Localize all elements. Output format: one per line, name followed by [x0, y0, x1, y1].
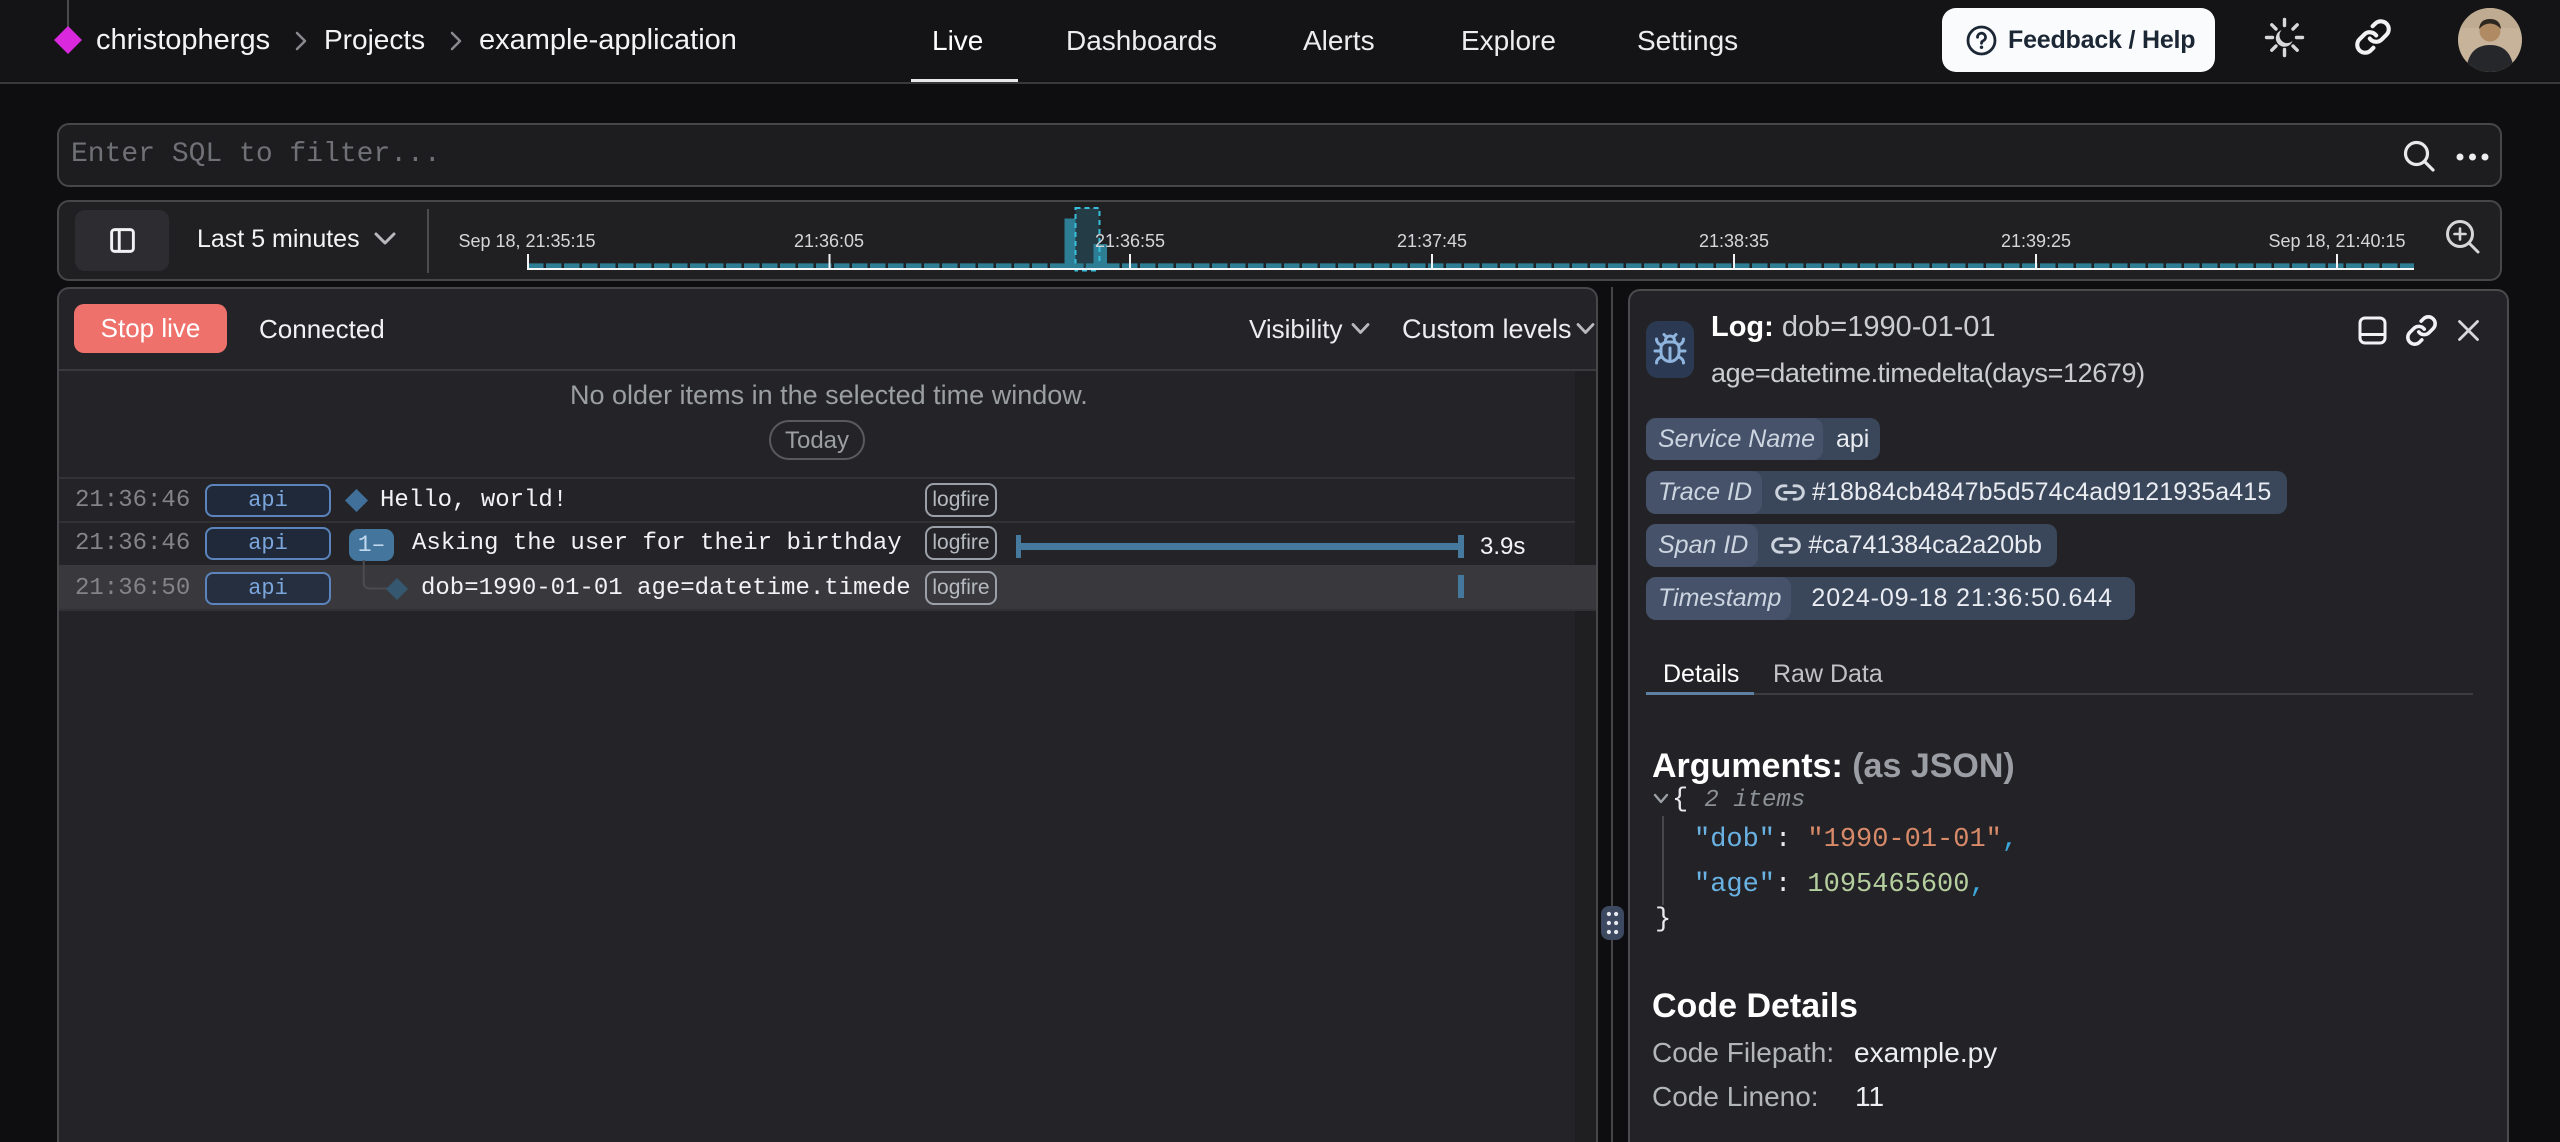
svg-text:21:37:45: 21:37:45	[1397, 231, 1467, 251]
svg-text:21:36:05: 21:36:05	[794, 231, 864, 251]
svg-text:21:36:55: 21:36:55	[1095, 231, 1165, 251]
svg-text:21:38:35: 21:38:35	[1699, 231, 1769, 251]
svg-text:Sep 18, 21:40:15: Sep 18, 21:40:15	[2268, 231, 2405, 251]
svg-text:Sep 18, 21:35:15: Sep 18, 21:35:15	[458, 231, 595, 251]
svg-text:21:39:25: 21:39:25	[2001, 231, 2071, 251]
